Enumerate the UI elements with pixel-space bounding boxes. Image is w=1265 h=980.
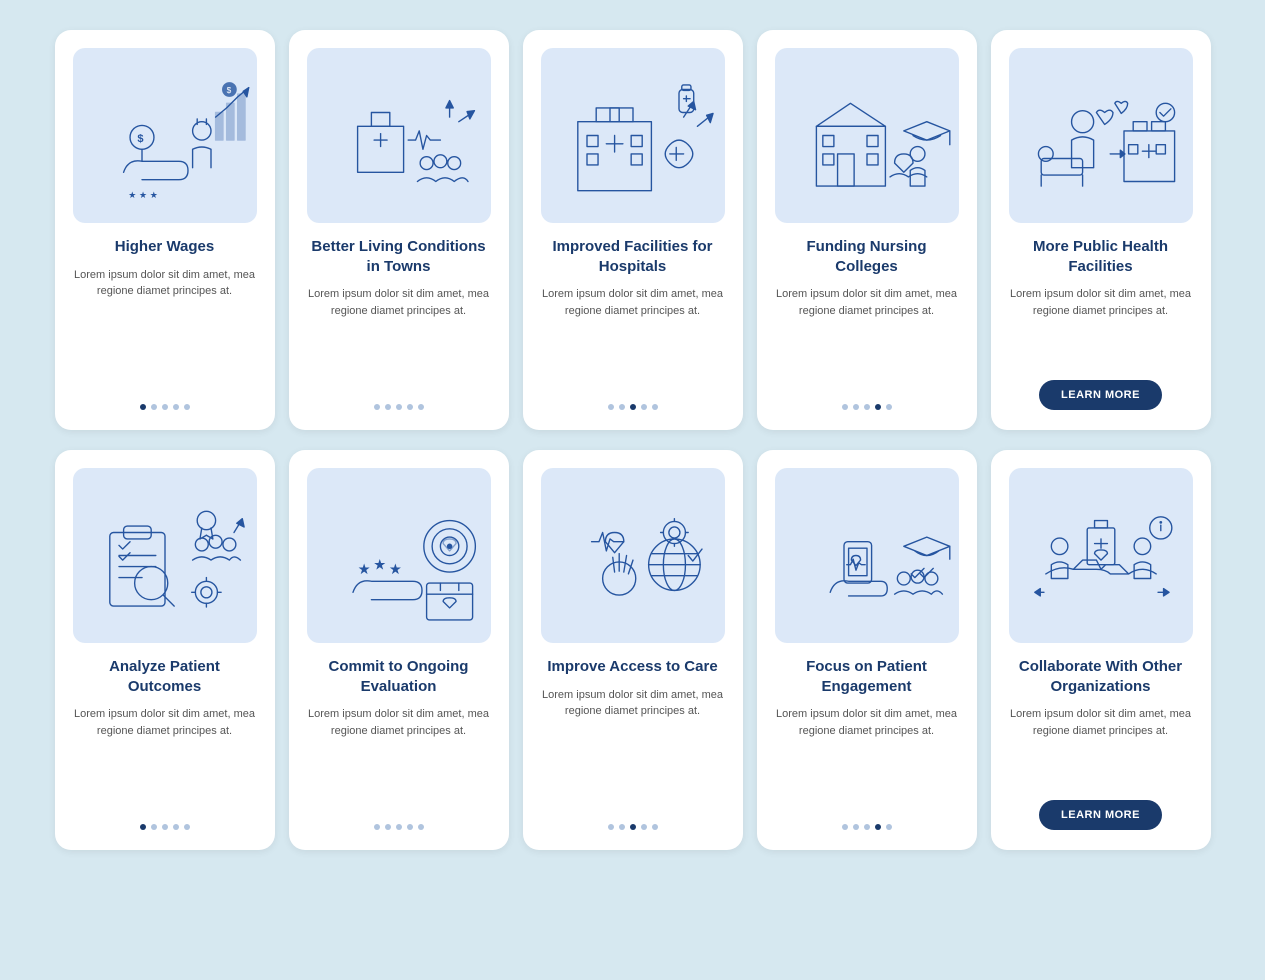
- svg-text:★: ★: [388, 562, 401, 578]
- dots-improve-access: [608, 824, 658, 830]
- dot: [374, 824, 380, 830]
- svg-text:★ ★ ★: ★ ★ ★: [128, 190, 158, 200]
- dot: [608, 404, 614, 410]
- dot: [875, 824, 881, 830]
- card-row-2: Analyze Patient Outcomes Lorem ipsum dol…: [20, 450, 1245, 850]
- illustration-collaborate: [1009, 468, 1193, 643]
- dot: [184, 404, 190, 410]
- dot: [385, 824, 391, 830]
- illustration-improve-access: [541, 468, 725, 643]
- dot: [374, 404, 380, 410]
- dots-focus-patient: [842, 824, 892, 830]
- dot: [396, 404, 402, 410]
- card-analyze-patient: Analyze Patient Outcomes Lorem ipsum dol…: [55, 450, 275, 850]
- dot: [151, 824, 157, 830]
- card-higher-wages: $ $: [55, 30, 275, 430]
- dots-commit-evaluation: [374, 824, 424, 830]
- card-title-more-public-health: More Public Health Facilities: [1009, 237, 1193, 276]
- dot: [173, 404, 179, 410]
- learn-more-button-2[interactable]: LEARN MORE: [1039, 800, 1162, 830]
- card-title-better-living: Better Living Conditions in Towns: [307, 237, 491, 276]
- card-body-improve-access: Lorem ipsum dolor sit dim amet, mea regi…: [541, 687, 725, 811]
- card-better-living: Better Living Conditions in Towns Lorem …: [289, 30, 509, 430]
- dot: [407, 404, 413, 410]
- svg-text:★: ★: [357, 562, 370, 578]
- dots-analyze-patient: [140, 824, 190, 830]
- card-body-better-living: Lorem ipsum dolor sit dim amet, mea regi…: [307, 286, 491, 390]
- card-title-commit-evaluation: Commit to Ongoing Evaluation: [307, 657, 491, 696]
- dot: [173, 824, 179, 830]
- dot: [652, 404, 658, 410]
- card-title-focus-patient: Focus on Patient Engagement: [775, 657, 959, 696]
- card-collaborate: Collaborate With Other Organizations Lor…: [991, 450, 1211, 850]
- learn-more-button-1[interactable]: LEARN MORE: [1039, 380, 1162, 410]
- card-title-funding-nursing: Funding Nursing Colleges: [775, 237, 959, 276]
- card-body-improved-facilities: Lorem ipsum dolor sit dim amet, mea regi…: [541, 286, 725, 390]
- card-row-1: $ $: [20, 30, 1245, 430]
- card-focus-patient: Focus on Patient Engagement Lorem ipsum …: [757, 450, 977, 850]
- illustration-funding-nursing: [775, 48, 959, 223]
- illustration-more-public-health: [1009, 48, 1193, 223]
- dot: [842, 824, 848, 830]
- card-title-improve-access: Improve Access to Care: [547, 657, 717, 677]
- dot: [418, 404, 424, 410]
- dots-higher-wages: [140, 404, 190, 410]
- dot: [630, 824, 636, 830]
- dots-funding-nursing: [842, 404, 892, 410]
- dots-improved-facilities: [608, 404, 658, 410]
- dot: [619, 824, 625, 830]
- card-title-analyze-patient: Analyze Patient Outcomes: [73, 657, 257, 696]
- dot: [853, 404, 859, 410]
- dot: [864, 404, 870, 410]
- dot: [418, 824, 424, 830]
- dot: [886, 404, 892, 410]
- card-improve-access: Improve Access to Care Lorem ipsum dolor…: [523, 450, 743, 850]
- dot: [151, 404, 157, 410]
- card-funding-nursing: Funding Nursing Colleges Lorem ipsum dol…: [757, 30, 977, 430]
- card-body-more-public-health: Lorem ipsum dolor sit dim amet, mea regi…: [1009, 286, 1193, 366]
- card-title-higher-wages: Higher Wages: [115, 237, 214, 257]
- dot: [641, 404, 647, 410]
- illustration-better-living: [307, 48, 491, 223]
- dot: [385, 404, 391, 410]
- card-body-higher-wages: Lorem ipsum dolor sit dim amet, mea regi…: [73, 267, 257, 391]
- dot: [140, 404, 146, 410]
- card-title-improved-facilities: Improved Facilities for Hospitals: [541, 237, 725, 276]
- dot: [608, 824, 614, 830]
- dot: [407, 824, 413, 830]
- dot: [652, 824, 658, 830]
- dot: [184, 824, 190, 830]
- dot: [886, 824, 892, 830]
- dot: [619, 404, 625, 410]
- dot: [140, 824, 146, 830]
- illustration-analyze-patient: [73, 468, 257, 643]
- dot: [630, 404, 636, 410]
- svg-text:$: $: [226, 86, 231, 95]
- dot: [162, 404, 168, 410]
- card-title-collaborate: Collaborate With Other Organizations: [1009, 657, 1193, 696]
- card-body-commit-evaluation: Lorem ipsum dolor sit dim amet, mea regi…: [307, 706, 491, 810]
- dot: [864, 824, 870, 830]
- svg-text:★: ★: [373, 557, 386, 573]
- dot: [875, 404, 881, 410]
- illustration-improved-facilities: [541, 48, 725, 223]
- card-body-focus-patient: Lorem ipsum dolor sit dim amet, mea regi…: [775, 706, 959, 810]
- card-body-funding-nursing: Lorem ipsum dolor sit dim amet, mea regi…: [775, 286, 959, 390]
- dot: [641, 824, 647, 830]
- svg-text:$: $: [137, 133, 143, 145]
- illustration-higher-wages: $ $: [73, 48, 257, 223]
- card-improved-facilities: Improved Facilities for Hospitals Lorem …: [523, 30, 743, 430]
- dot: [162, 824, 168, 830]
- dot: [396, 824, 402, 830]
- dots-better-living: [374, 404, 424, 410]
- card-body-collaborate: Lorem ipsum dolor sit dim amet, mea regi…: [1009, 706, 1193, 786]
- dot: [842, 404, 848, 410]
- card-more-public-health: More Public Health Facilities Lorem ipsu…: [991, 30, 1211, 430]
- card-body-analyze-patient: Lorem ipsum dolor sit dim amet, mea regi…: [73, 706, 257, 810]
- dot: [853, 824, 859, 830]
- card-commit-evaluation: ★ ★ ★: [289, 450, 509, 850]
- illustration-focus-patient: [775, 468, 959, 643]
- illustration-commit-evaluation: ★ ★ ★: [307, 468, 491, 643]
